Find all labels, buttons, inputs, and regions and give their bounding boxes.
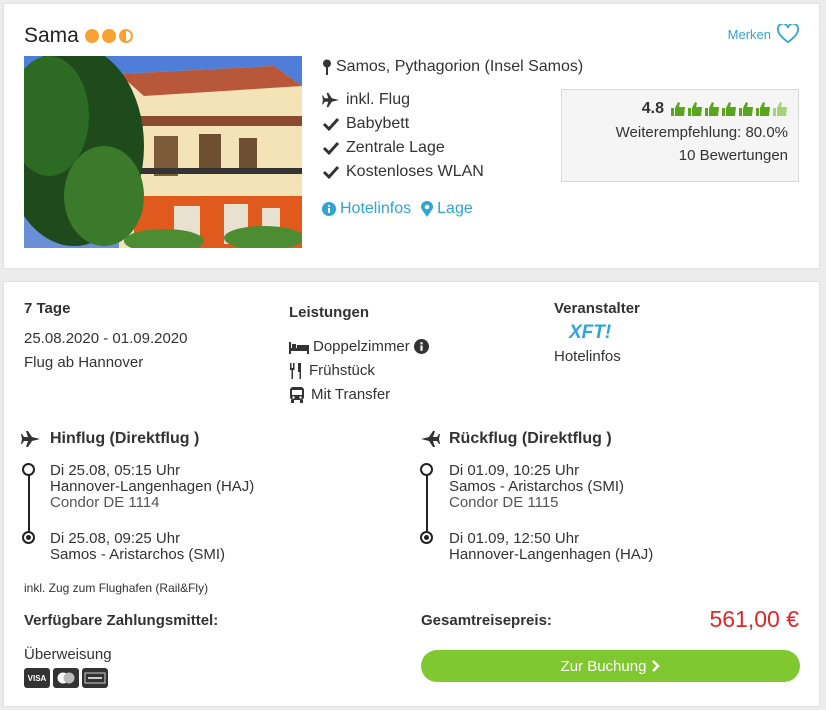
bed-icon — [289, 341, 309, 354]
visa-icon: VISA — [24, 668, 50, 688]
service-transfer: Mit Transfer — [289, 386, 390, 403]
bookmark-label: Merken — [727, 26, 771, 42]
return-arrival: Di 01.09, 12:50 Uhr Hannover-Langenhagen… — [449, 530, 654, 563]
info-icon — [322, 202, 336, 216]
review-count: 10 Bewertungen — [678, 147, 788, 164]
service-board: Frühstück — [289, 362, 375, 379]
payment-cards: VISA — [24, 668, 108, 688]
feature-label: Babybett — [346, 115, 410, 132]
feature-label: Kostenloses WLAN — [346, 163, 484, 180]
return-title: Rückflug (Direktflug ) — [419, 430, 612, 448]
heart-icon — [777, 24, 799, 44]
amex-icon — [82, 668, 108, 688]
payment-method: Überweisung — [24, 646, 112, 663]
sun-icon — [101, 29, 116, 43]
feature-item: Zentrale Lage — [322, 139, 445, 157]
outbound-title: Hinflug (Direktflug ) — [20, 430, 199, 448]
total-label: Gesamtreisepreis: — [421, 612, 552, 629]
info-icon[interactable] — [413, 339, 429, 354]
hotel-title[interactable]: Sama — [24, 24, 133, 48]
cutlery-icon — [290, 362, 301, 379]
outbound-arrival: Di 25.08, 09:25 Uhr Samos - Aristarchos … — [50, 530, 226, 563]
airplane-return-icon — [421, 431, 440, 447]
payment-title: Verfügbare Zahlungsmittel: — [24, 612, 219, 629]
airplane-icon — [322, 92, 339, 108]
trip-dates: 25.08.2020 - 01.09.2020 — [24, 330, 188, 347]
timeline-line — [28, 475, 30, 531]
thumbs-up-icon — [688, 102, 702, 116]
rating-score: 4.8 — [641, 100, 664, 117]
timeline-end-dot — [22, 531, 35, 544]
sun-icon — [84, 29, 99, 43]
thumbs-up-partial-icon — [773, 102, 787, 116]
check-icon — [322, 141, 340, 156]
feature-item: Kostenloses WLAN — [322, 163, 484, 181]
feature-label: inkl. Flug — [346, 91, 411, 108]
hotel-card: Sama Merken Samos, Pythagorion (Insel Sa… — [3, 3, 820, 269]
thumbs-up-icon — [722, 102, 736, 116]
return-departure: Di 01.09, 10:25 Uhr Samos - Aristarchos … — [449, 462, 625, 511]
feature-label: Zentrale Lage — [346, 139, 445, 156]
thumbs-up-icon — [705, 102, 719, 116]
chevron-right-icon — [652, 660, 661, 672]
mastercard-icon — [53, 668, 79, 688]
trip-duration: 7 Tage — [24, 300, 71, 317]
sun-rating — [84, 29, 133, 43]
bookmark-button[interactable]: Merken — [728, 24, 799, 44]
hotel-photo[interactable] — [24, 56, 302, 248]
half-sun-icon — [118, 29, 133, 43]
hotel-location: Samos, Pythagorion (Insel Samos) — [322, 58, 583, 76]
outbound-departure: Di 25.08, 05:15 Uhr Hannover-Langenhagen… — [50, 462, 255, 511]
thumbs-rating — [670, 101, 788, 117]
hotelinfo-link[interactable]: Hotelinfos — [322, 200, 411, 218]
hotel-links: Hotelinfos Lage — [322, 200, 473, 218]
book-button[interactable]: Zur Buchung — [421, 650, 800, 682]
thumbs-up-icon — [756, 102, 770, 116]
location-pin-icon — [323, 59, 331, 75]
airplane-icon — [21, 431, 40, 447]
feature-flight: inkl. Flug — [322, 91, 410, 109]
feature-item: Babybett — [322, 115, 409, 133]
rating-box[interactable]: 4.8 Weiterempfehlung: 80.0% 10 Bewertung… — [561, 89, 799, 182]
map-link[interactable]: Lage — [421, 200, 473, 218]
operator-hotelinfo-link[interactable]: Hotelinfos — [554, 348, 621, 365]
operator-title: Veranstalter — [554, 300, 640, 317]
services-title: Leistungen — [289, 304, 370, 321]
thumbs-up-icon — [671, 102, 685, 116]
rail-fly-note: inkl. Zug zum Flughafen (Rail&Fly) — [24, 581, 209, 595]
recommendation-rate: Weiterempfehlung: 80.0% — [615, 124, 788, 141]
operator-logo: XFT! — [569, 322, 612, 343]
thumbs-up-icon — [739, 102, 753, 116]
map-pin-icon — [421, 201, 434, 217]
hotel-name[interactable]: Sama — [24, 24, 79, 48]
departure-airport: Flug ab Hannover — [24, 354, 144, 371]
timeline-line — [426, 475, 428, 531]
bus-icon — [290, 386, 304, 403]
check-icon — [322, 117, 340, 132]
timeline-end-dot — [420, 531, 433, 544]
check-icon — [322, 165, 340, 180]
offer-card: 7 Tage 25.08.2020 - 01.09.2020 Flug ab H… — [3, 281, 820, 707]
total-price: 561,00 € — [709, 606, 799, 632]
service-room: Doppelzimmer — [289, 338, 429, 355]
location-text: Samos, Pythagorion (Insel Samos) — [336, 58, 584, 75]
